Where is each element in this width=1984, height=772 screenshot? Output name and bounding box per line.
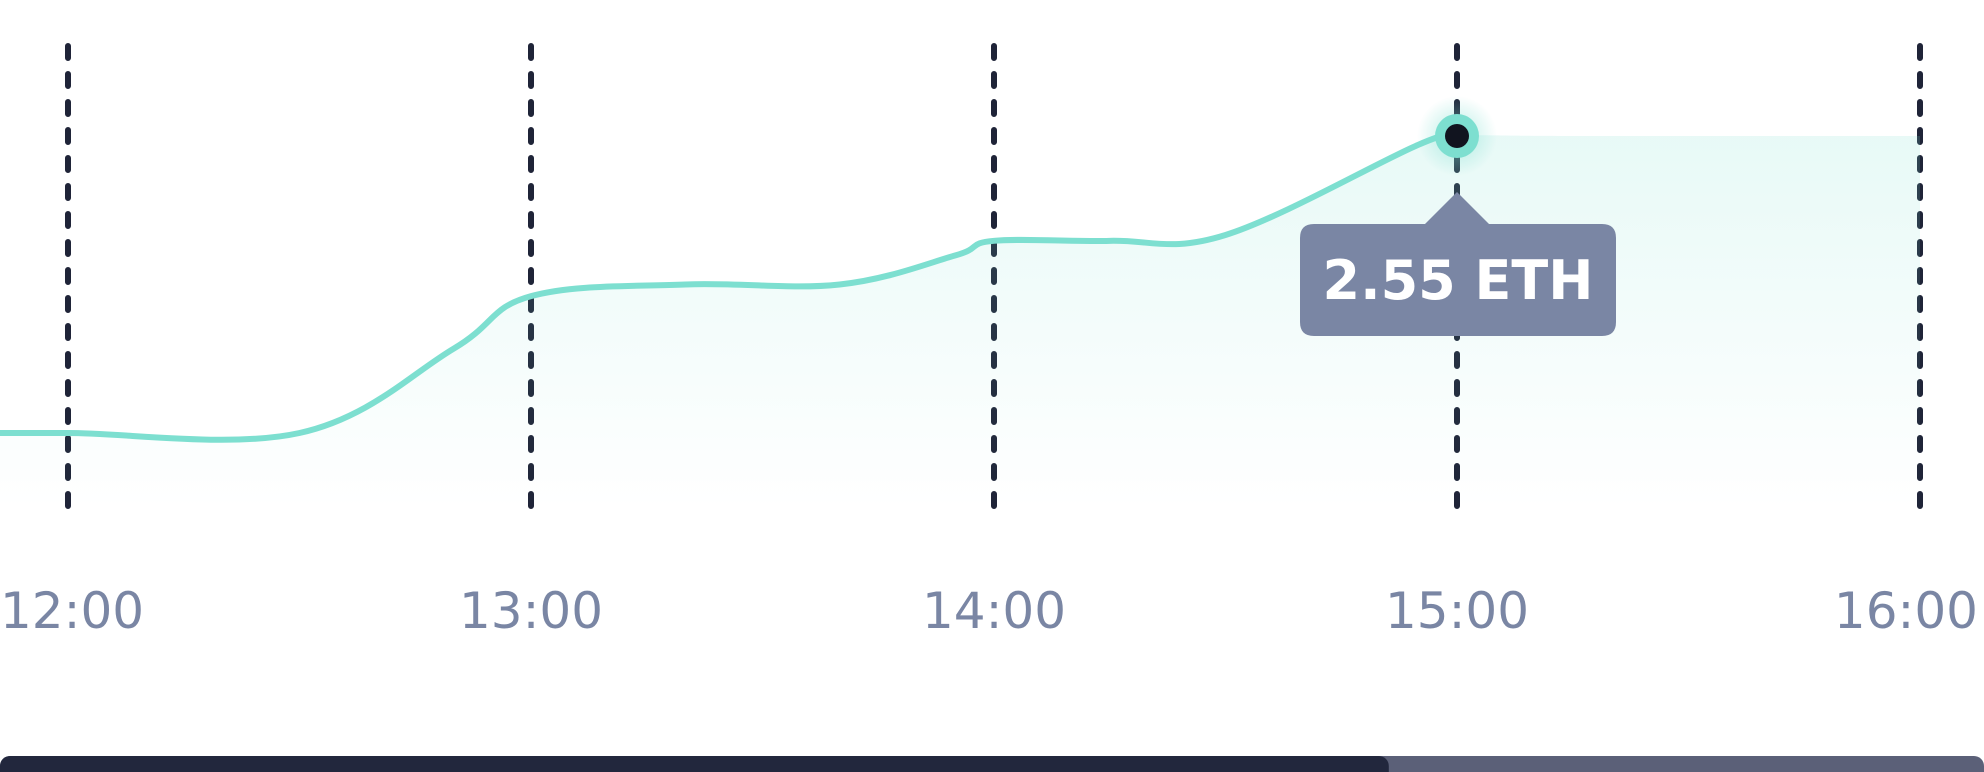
price-chart: 2.55 ETH 12:00 13:00 14:00 15:00 16:00 (0, 43, 1984, 772)
scrollbar[interactable] (0, 756, 1984, 772)
selected-point[interactable] (1417, 96, 1497, 176)
area-fill-path (0, 134, 1920, 508)
x-tick-label: 13:00 (459, 582, 603, 640)
x-tick-label: 14:00 (922, 582, 1066, 640)
x-tick-label: 12:00 (0, 582, 144, 640)
x-tick-label: 15:00 (1385, 582, 1529, 640)
marker-dot[interactable] (1445, 124, 1469, 148)
x-tick-label: 16:00 (1834, 582, 1978, 640)
scrollbar-thumb[interactable] (0, 756, 1389, 772)
area-fill (0, 134, 1920, 508)
x-axis-ticks: 12:00 13:00 14:00 15:00 16:00 (0, 582, 1978, 640)
tooltip-label: 2.55 ETH (1323, 249, 1594, 312)
